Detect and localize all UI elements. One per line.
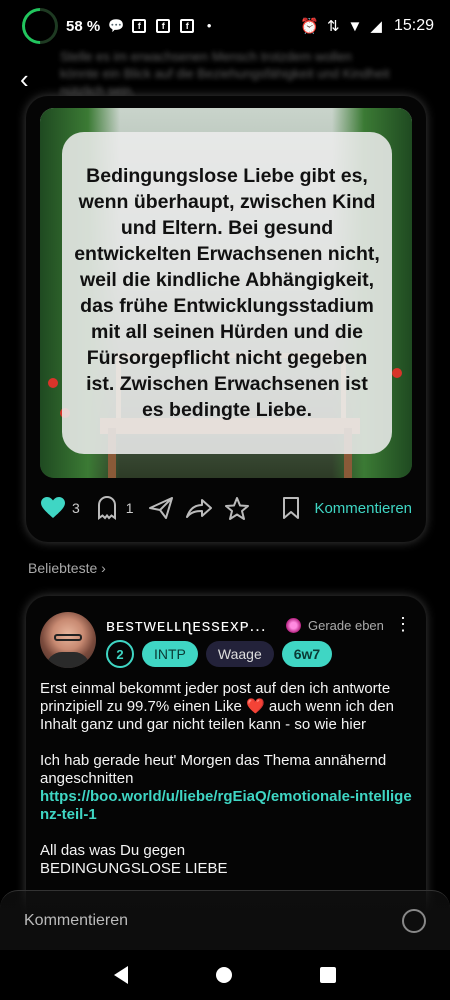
sort-label: Beliebteste xyxy=(28,560,98,576)
nav-home-icon[interactable] xyxy=(216,967,232,983)
quote-text: Bedingungslose Liebe gibt es, wenn überh… xyxy=(74,165,380,421)
enneagram-badge[interactable]: 6w7 xyxy=(281,641,333,667)
data-icon: ⇅ xyxy=(326,18,340,35)
post-card: Bedingungslose Liebe gibt es, wenn überh… xyxy=(26,96,426,542)
quote-box: Bedingungslose Liebe gibt es, wenn überh… xyxy=(62,132,392,454)
dot-icon: • xyxy=(206,18,212,33)
comment-text: Ich hab gerade heut' Morgen das Thema an… xyxy=(40,752,387,787)
comment-text: BEDINGUNGSLOSE LIEBE xyxy=(40,860,228,877)
username[interactable]: ʙᴇsᴛᴡᴇʟʟɳᴇssᴇxᴘ... xyxy=(106,616,282,636)
battery-ring-icon xyxy=(14,0,66,52)
verified-badge-icon xyxy=(286,618,301,633)
chevron-right-icon: › xyxy=(101,560,106,576)
ghost-comment-icon[interactable] xyxy=(94,495,120,521)
comment-text: All das was Du gegen xyxy=(40,842,186,859)
send-paper-plane-icon[interactable] xyxy=(148,495,174,521)
facebook-icon: f xyxy=(132,19,147,33)
like-count: 3 xyxy=(72,500,80,516)
red-heart-icon: ❤️ xyxy=(245,698,265,715)
wifi-icon: ▼ xyxy=(347,17,363,35)
avatar[interactable] xyxy=(40,612,96,668)
nav-back-icon[interactable] xyxy=(114,966,128,984)
comment-body: Erst einmal bekommt jeder post auf den i… xyxy=(40,680,416,896)
battery-percentage: 58 % xyxy=(66,17,101,35)
bookmark-icon[interactable] xyxy=(278,495,304,521)
post-actions: 3 1 Kommentieren xyxy=(40,490,412,526)
nav-recents-icon[interactable] xyxy=(320,967,336,983)
comment-button[interactable]: Kommentieren xyxy=(314,500,412,517)
back-chevron-icon[interactable]: ‹ xyxy=(20,64,29,95)
system-nav-bar xyxy=(0,950,450,1000)
comment-paragraph: Erst einmal bekommt jeder post auf den i… xyxy=(40,680,416,734)
mbti-badge[interactable]: INTP xyxy=(142,641,198,667)
comment-composer: Kommentieren xyxy=(0,890,450,950)
comment-timestamp: Gerade eben xyxy=(308,618,384,633)
chat-bubble-icon: 💬 xyxy=(108,18,125,33)
send-circle-icon[interactable] xyxy=(402,908,426,933)
sort-dropdown[interactable]: Beliebteste › xyxy=(28,560,106,576)
comment-input[interactable]: Kommentieren xyxy=(24,912,128,930)
blurred-post-text: Stelle es im erwachsenen Mensch trotzdem… xyxy=(60,49,390,98)
alarm-icon: ⏰ xyxy=(300,18,319,35)
comment-count: 1 xyxy=(125,500,134,516)
star-icon[interactable] xyxy=(224,495,250,521)
comment-card: ʙᴇsᴛᴡᴇʟʟɳᴇssᴇxᴘ... Gerade eben ⋮ 2 INTP … xyxy=(26,596,426,926)
level-badge[interactable]: 2 xyxy=(106,640,134,668)
glasses xyxy=(54,634,82,641)
share-arrow-icon[interactable] xyxy=(185,495,212,521)
flower xyxy=(48,378,58,388)
more-options-icon[interactable]: ⋮ xyxy=(394,614,412,635)
facebook-icon: f xyxy=(180,19,195,33)
comment-paragraph: All das was Du gegen BEDINGUNGSLOSE LIEBE xyxy=(40,842,416,878)
facebook-icon: f xyxy=(156,19,171,33)
comment-paragraph: Ich hab gerade heut' Morgen das Thema an… xyxy=(40,752,416,824)
like-heart-icon[interactable] xyxy=(40,495,66,521)
comment-link[interactable]: https://boo.world/u/liebe/rgEiaQ/emotion… xyxy=(40,788,412,823)
status-bar: 58 % 💬 f f f • ⏰ ⇅ ▼ ◢ 15:29 xyxy=(0,0,450,52)
post-image[interactable]: Bedingungslose Liebe gibt es, wenn überh… xyxy=(40,108,412,478)
flower xyxy=(392,368,402,378)
zodiac-badge[interactable]: Waage xyxy=(205,641,274,667)
clock: 15:29 xyxy=(393,17,434,34)
signal-icon: ◢ xyxy=(370,18,382,35)
profile-badges: 2 INTP Waage 6w7 xyxy=(106,640,333,668)
shirt xyxy=(46,652,90,668)
